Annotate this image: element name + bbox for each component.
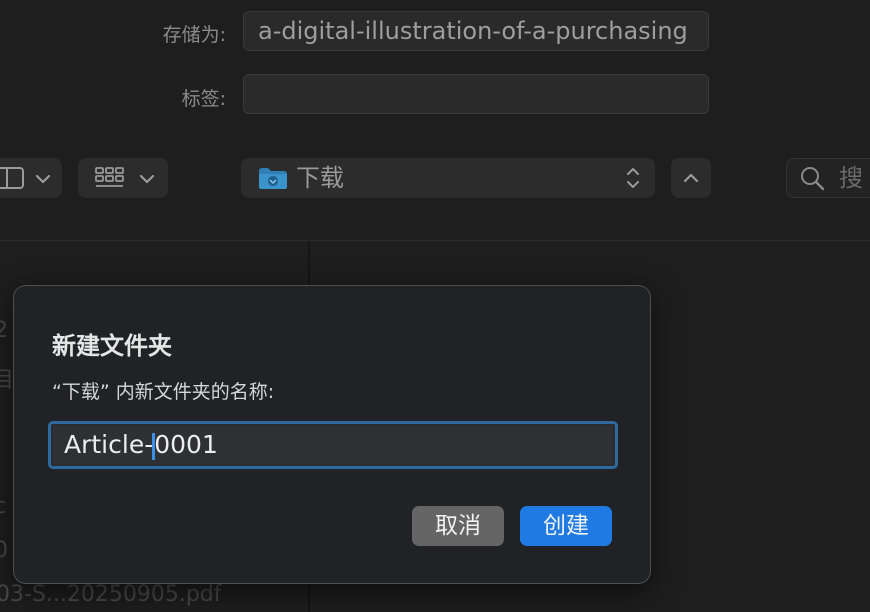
view-mode-button[interactable]: [78, 158, 168, 198]
up-down-chevron-icon: [627, 168, 639, 188]
search-icon: [801, 167, 825, 191]
location-popup[interactable]: 下载: [241, 158, 655, 198]
folder-name-input-field[interactable]: Article-0001: [53, 426, 613, 464]
list-item: 2: [0, 318, 8, 343]
chevron-up-icon: [683, 173, 699, 183]
tags-field[interactable]: [243, 74, 709, 114]
dialog-prompt: “下载” 内新文件夹的名称:: [52, 381, 275, 403]
downloads-folder-icon: [259, 168, 287, 189]
folder-name-text: Article-0001: [64, 426, 218, 464]
folder-name-after-caret: 0001: [154, 430, 218, 459]
collapse-button[interactable]: [671, 158, 711, 198]
list-item: 0: [0, 538, 8, 563]
search-field[interactable]: 搜: [786, 158, 870, 198]
folder-name-before-caret: Article-: [64, 430, 154, 459]
list-item: 03-S...20250905.pdf: [0, 582, 222, 607]
cancel-button[interactable]: 取消: [412, 506, 504, 546]
new-folder-dialog: 新建文件夹 “下载” 内新文件夹的名称: Article-0001 取消 创建: [13, 285, 651, 584]
toolbar-divider: [0, 240, 870, 241]
create-button[interactable]: 创建: [520, 506, 612, 546]
location-label: 下载: [296, 164, 344, 192]
sidebar-toggle-button[interactable]: [0, 158, 62, 198]
list-item: 目: [0, 368, 15, 393]
dialog-title: 新建文件夹: [52, 332, 172, 360]
search-placeholder: 搜: [839, 164, 863, 192]
folder-name-input[interactable]: Article-0001: [48, 421, 618, 469]
sidebar-icon: [0, 167, 24, 189]
save-as-field[interactable]: a-digital-illustration-of-a-purchasing: [243, 11, 709, 51]
save-as-label: 存储为:: [162, 24, 226, 46]
list-item: c: [0, 494, 7, 519]
chevron-down-icon: [35, 174, 51, 184]
grid-icon: [95, 167, 124, 187]
tags-label: 标签:: [181, 88, 226, 110]
chevron-down-icon: [139, 174, 155, 184]
